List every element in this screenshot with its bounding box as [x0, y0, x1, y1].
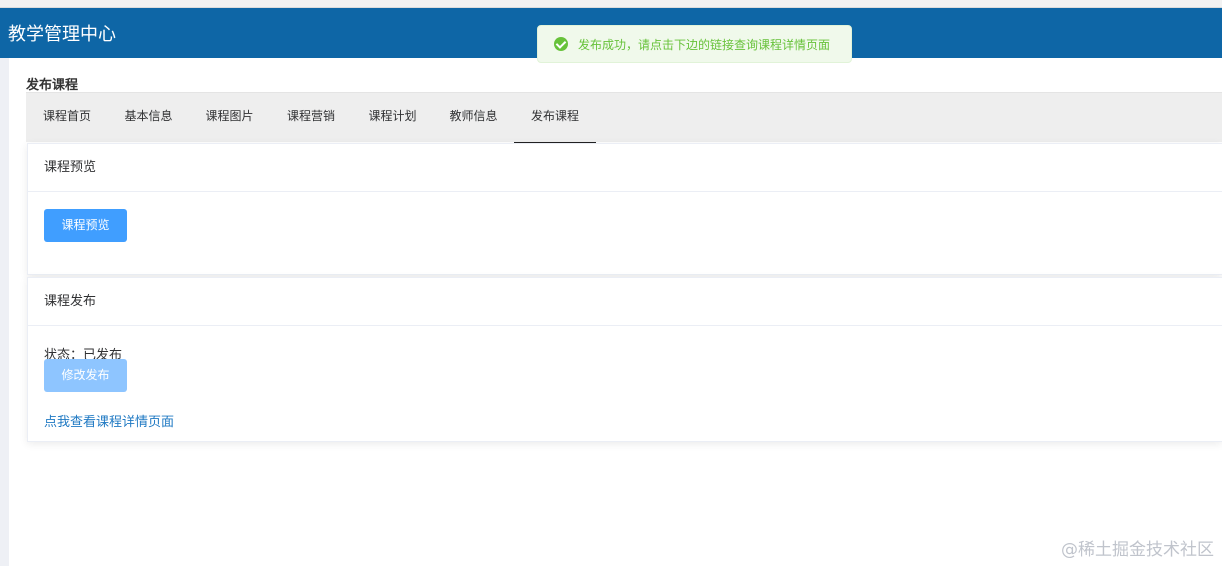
tab-course-home[interactable]: 课程首页 — [26, 93, 108, 142]
tab-basic-info[interactable]: 基本信息 — [108, 93, 189, 142]
course-detail-link[interactable]: 点我查看课程详情页面 — [44, 411, 174, 430]
app-title: 教学管理中心 — [8, 24, 116, 45]
toast-message: 发布成功，请点击下边的链接查询课程详情页面 — [578, 37, 831, 52]
left-rail — [0, 58, 9, 566]
preview-card: 课程预览 课程预览 — [27, 143, 1222, 275]
watermark: @稀土掘金技术社区 — [1061, 540, 1214, 560]
publish-card: 课程发布 状态：已发布 修改发布 点我查看课程详情页面 — [27, 277, 1222, 442]
tab-publish-course[interactable]: 发布课程 — [514, 93, 596, 144]
tab-course-images[interactable]: 课程图片 — [189, 93, 270, 142]
browser-top-strip — [0, 0, 1222, 8]
tab-course-plan[interactable]: 课程计划 — [352, 93, 433, 142]
modify-publish-button[interactable]: 修改发布 — [44, 359, 127, 392]
success-toast: 发布成功，请点击下边的链接查询课程详情页面 — [537, 25, 852, 63]
tab-teacher-info[interactable]: 教师信息 — [433, 93, 514, 142]
check-circle-icon — [554, 37, 568, 51]
publish-card-title: 课程发布 — [28, 278, 1222, 326]
tab-course-marketing[interactable]: 课程营销 — [270, 93, 352, 142]
course-tabs: 课程首页 基本信息 课程图片 课程营销 课程计划 教师信息 发布课程 — [26, 92, 1222, 144]
page-title: 发布课程 — [26, 78, 79, 93]
course-preview-button[interactable]: 课程预览 — [44, 209, 127, 242]
preview-card-title: 课程预览 — [28, 144, 1222, 192]
